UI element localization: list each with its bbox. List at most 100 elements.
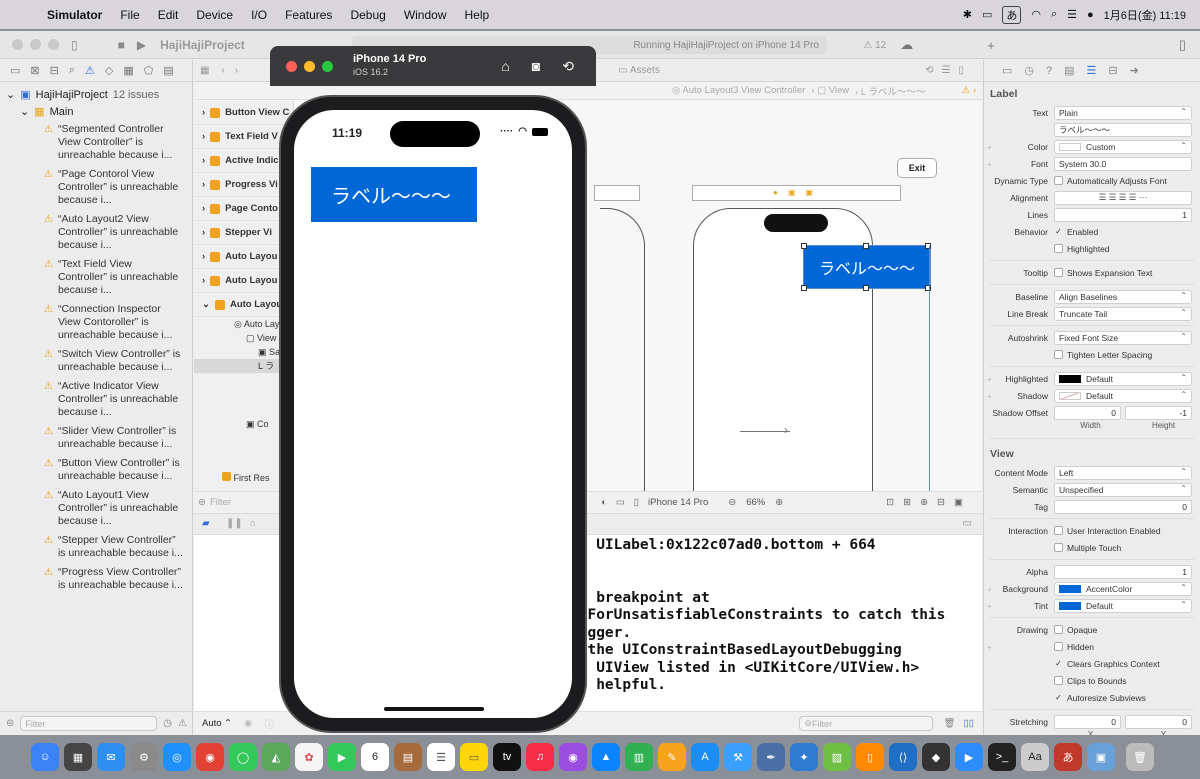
siri-icon[interactable]: ● [1087, 9, 1094, 21]
simulator-icon[interactable]: ✦ [790, 743, 818, 771]
resize-handle[interactable] [925, 285, 931, 291]
launchpad-icon[interactable]: ▦ [64, 743, 92, 771]
step-icon[interactable]: ⌂ [250, 518, 256, 529]
rotate-icon[interactable]: ⟲ [562, 58, 574, 75]
color-popup[interactable]: Custom [1054, 139, 1192, 154]
calendar-icon[interactable]: 6 [361, 743, 389, 771]
baseline-popup[interactable]: Align Baselines [1054, 289, 1192, 304]
screenshot-icon[interactable]: ◙ [532, 58, 540, 75]
issue-item[interactable]: ⚠ “Slider View Controller” is unreachable… [0, 422, 192, 454]
add-icon[interactable]: + [987, 38, 995, 53]
resize-handle[interactable] [863, 285, 869, 291]
issue-item[interactable]: ⚠ “Active Indicator View Controller” is u… [0, 377, 192, 422]
issue-warning-icon[interactable]: ⚠ 12 [863, 40, 886, 51]
issue-item[interactable]: ⚠ “Connection Inspector View Contoroller”… [0, 300, 192, 345]
chrome-icon[interactable]: ◉ [196, 743, 224, 771]
multiple-touch-checkbox[interactable]: Multiple Touch [1054, 543, 1121, 553]
issue-item[interactable]: ⚠ “Text Field View Controller” is unreach… [0, 255, 192, 300]
crumb-warning-icon[interactable]: ⚠ › [962, 85, 982, 96]
issue-item[interactable]: ⚠ “Stepper View Controller” is unreachabl… [0, 531, 192, 563]
pages-icon[interactable]: ✎ [658, 743, 686, 771]
sidebar-toggle-icon[interactable]: ▯ [71, 38, 78, 52]
github-icon[interactable]: ◆ [922, 743, 950, 771]
menubar-clock[interactable]: 1月6日(金) 11:19 [1104, 7, 1186, 23]
menu-device[interactable]: Device [187, 8, 242, 22]
background-popup[interactable]: AccentColor [1054, 581, 1192, 596]
attributes-icon[interactable]: ☰ [1087, 64, 1097, 77]
shadow-offset-height[interactable]: -1 [1125, 405, 1192, 420]
apple-tv-icon[interactable]: tv [493, 743, 521, 771]
chevron-icon[interactable]: › [202, 131, 205, 142]
tooltip-checkbox[interactable]: Shows Expansion Text [1054, 268, 1152, 278]
back-icon[interactable]: ‹ [209, 65, 224, 76]
help-icon[interactable]: ? [1046, 65, 1052, 77]
notes-icon[interactable]: ▭ [460, 743, 488, 771]
zoom-out-icon[interactable]: ⊖ [728, 497, 736, 508]
resize-handle[interactable] [801, 285, 807, 291]
crumb-scene[interactable]: ◎ Auto Layout3 View Controller [672, 85, 805, 96]
history-icon[interactable]: ◷ [1024, 64, 1034, 77]
instruments-icon[interactable]: ✒ [757, 743, 785, 771]
line-break-popup[interactable]: Truncate Tail [1054, 306, 1192, 321]
filter-options-icon[interactable]: ⊜ [6, 718, 14, 729]
issue-item[interactable]: ⚠ “Page Contorol View Controller” is unre… [0, 165, 192, 210]
reality-composer-icon[interactable]: ▨ [823, 743, 851, 771]
run-icon[interactable]: ▶ [137, 38, 146, 52]
chevron-icon[interactable]: › [202, 179, 205, 190]
photos-icon[interactable]: ✿ [295, 743, 323, 771]
stretch-x-field[interactable]: 0 [1054, 714, 1121, 729]
font-book-icon[interactable]: Aa [1021, 743, 1049, 771]
menu-edit[interactable]: Edit [149, 8, 188, 22]
zoom-in-icon[interactable]: ⊕ [775, 497, 783, 508]
input-source-badge[interactable]: あ [1002, 5, 1022, 24]
zoom-level[interactable]: 66% [746, 497, 765, 508]
chevron-icon[interactable]: › [202, 107, 205, 118]
text-type-popup[interactable]: Plain [1054, 105, 1192, 120]
grid-icon[interactable]: ▦ [194, 65, 209, 76]
identity-icon[interactable]: ▤ [1064, 64, 1074, 77]
editor-options-icon[interactable]: ⟲☰▯ [925, 65, 982, 76]
issue-item[interactable]: ⚠ “Auto Layout1 View Controller” is unrea… [0, 486, 192, 531]
issue-item[interactable]: ⚠ “Segmented Controller View Controller” … [0, 120, 192, 165]
simulator-titlebar[interactable]: iPhone 14 Pro iOS 16.2 ⌂ ◙ ⟲ [270, 46, 596, 86]
menu-file[interactable]: File [111, 8, 148, 22]
wifi-icon[interactable]: ◠ [1031, 8, 1041, 21]
chevron-icon[interactable]: › [202, 155, 205, 166]
chevron-down-icon[interactable]: ⌄ [20, 105, 29, 118]
panel-toggle-icon[interactable]: ▭ [963, 518, 972, 529]
control-center-icon[interactable]: ☰ [1067, 8, 1077, 21]
shadow-color-popup[interactable]: Default [1054, 388, 1192, 403]
exit-popover[interactable]: Exit [897, 158, 937, 178]
highlighted-checkbox[interactable]: Highlighted [1054, 244, 1110, 254]
menu-help[interactable]: Help [456, 8, 499, 22]
maps-icon[interactable]: ◭ [262, 743, 290, 771]
finder-icon[interactable]: ☺ [31, 743, 59, 771]
outline-filter-icon[interactable]: ⊜ [198, 497, 206, 508]
bluetooth-icon[interactable]: ✱ [963, 8, 972, 21]
reminders-icon[interactable]: ☰ [427, 743, 455, 771]
highlighted-color-popup[interactable]: Default [1054, 371, 1192, 386]
zoom-window-button[interactable] [322, 60, 333, 72]
outline-filter-input[interactable]: Filter [210, 497, 231, 508]
chevron-icon[interactable]: › [202, 227, 205, 238]
clock-icon[interactable]: ◷ [163, 718, 172, 729]
project-row[interactable]: ⌄ ▣ HajiHajiProject 12 issues [0, 86, 192, 103]
chevron-icon[interactable]: › [202, 251, 205, 262]
trash-icon[interactable]: 🗑 [943, 718, 955, 729]
minimize-window-button[interactable] [30, 39, 41, 50]
group-row[interactable]: ⌄ ▦ Main [0, 103, 192, 120]
issue-item[interactable]: ⚠ “Switch View Controller” is unreachable… [0, 345, 192, 377]
device-selector[interactable]: iPhone 14 Pro [648, 497, 708, 508]
pause-icon[interactable]: ❚❚ [226, 518, 243, 529]
stretch-y-field[interactable]: 0 [1125, 714, 1192, 729]
menu-features[interactable]: Features [276, 8, 341, 22]
debug-toggle-icon[interactable]: ▰ [202, 518, 210, 529]
xcode-icon[interactable]: ⚒ [724, 743, 752, 771]
hidden-checkbox[interactable]: Hidden [1054, 642, 1094, 652]
autoresize-checkbox[interactable]: ✓ Autoresize Subviews [1054, 693, 1146, 703]
resize-handle[interactable] [801, 243, 807, 249]
warning-filter-icon[interactable]: ⚠ [178, 718, 187, 729]
issue-item[interactable]: ⚠ “Auto Layout2 View Controller” is unrea… [0, 210, 192, 255]
opaque-checkbox[interactable]: Opaque [1054, 625, 1097, 635]
contacts-icon[interactable]: ▤ [394, 743, 422, 771]
